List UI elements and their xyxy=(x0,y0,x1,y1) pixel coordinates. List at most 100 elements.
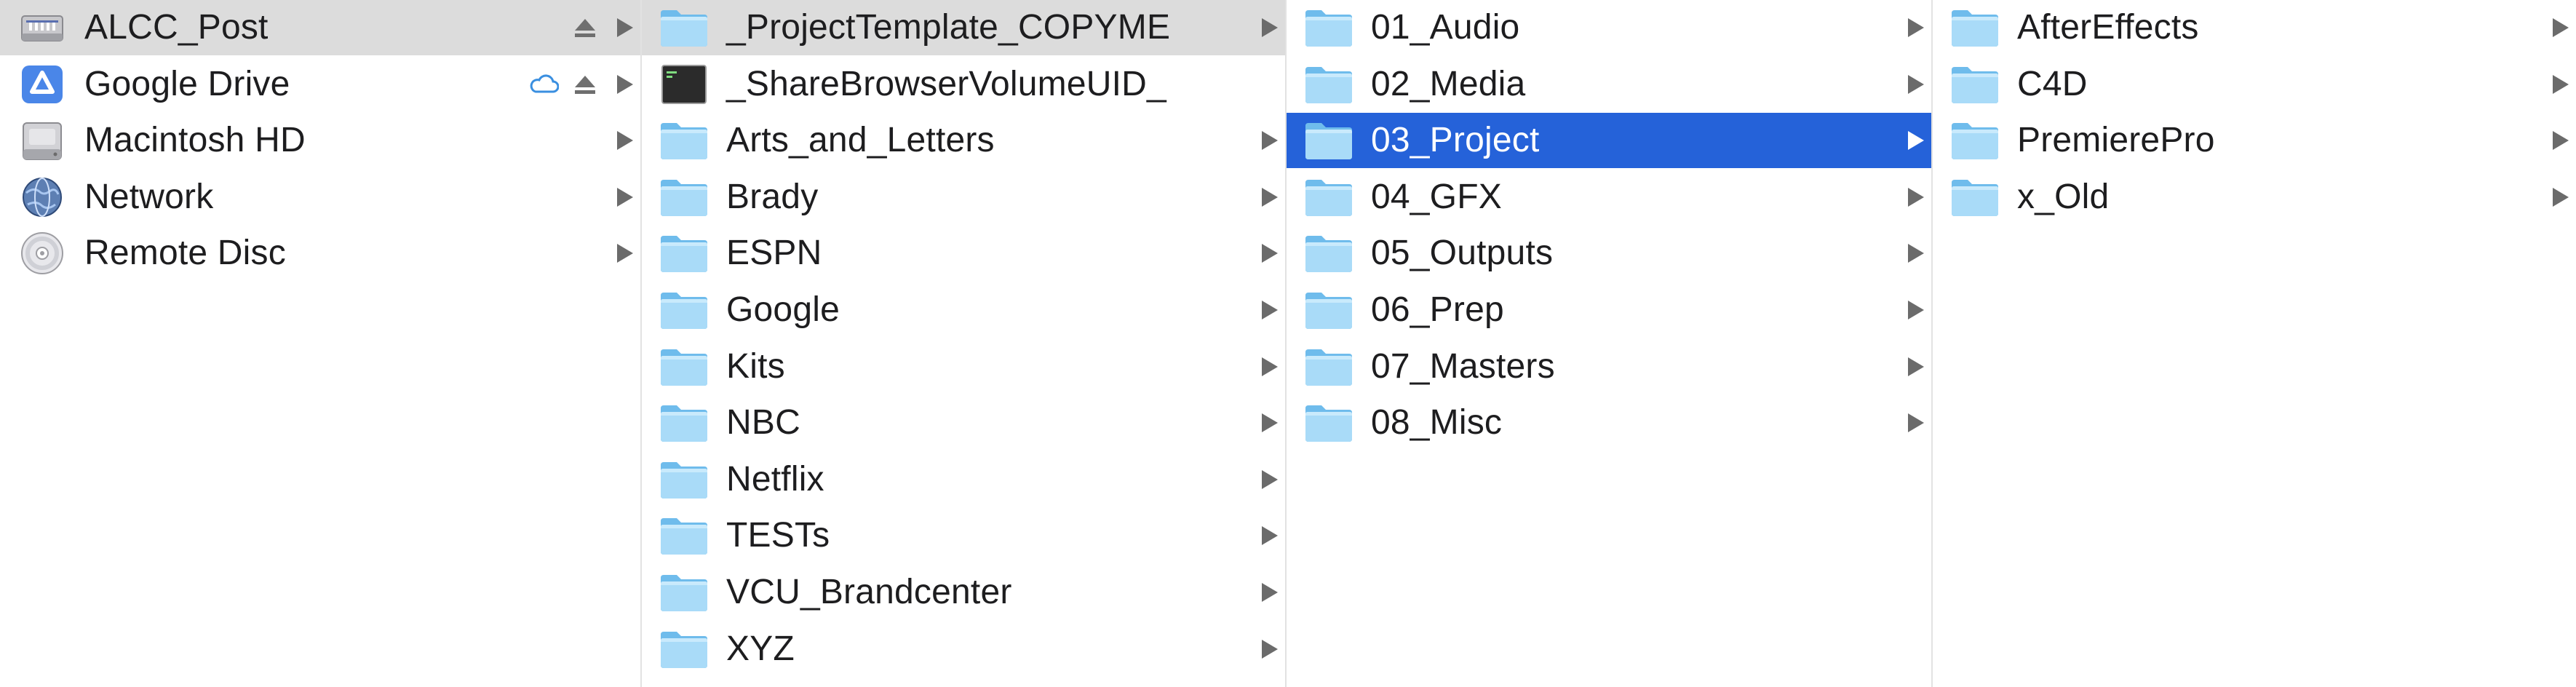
disclosure-arrow-icon[interactable] xyxy=(617,18,633,37)
disclosure-arrow-icon[interactable] xyxy=(1262,131,1278,151)
disclosure-arrow-icon[interactable] xyxy=(1262,244,1278,263)
disclosure-arrow-icon[interactable] xyxy=(1908,131,1924,151)
folder-icon xyxy=(1303,114,1355,167)
folder-item[interactable]: 08_Misc xyxy=(1287,395,1931,450)
folder-icon xyxy=(1303,284,1355,336)
folder-icon xyxy=(658,509,710,562)
disclosure-arrow-icon[interactable] xyxy=(1262,357,1278,376)
item-label: Remote Disc xyxy=(84,234,286,273)
folder-icon xyxy=(1303,58,1355,111)
item-label: Kits xyxy=(726,346,785,386)
folder-item[interactable]: 02_Media xyxy=(1287,57,1931,112)
folder-icon xyxy=(1949,58,2001,111)
disclosure-arrow-icon[interactable] xyxy=(1908,413,1924,433)
disc-icon xyxy=(16,227,68,279)
folder-item[interactable]: TESTs xyxy=(642,508,1285,563)
item-label: C4D xyxy=(2017,64,2088,103)
folder-icon xyxy=(658,566,710,619)
folder-item[interactable]: 04_GFX xyxy=(1287,170,1931,225)
column-locations[interactable]: ALCC_Post Google Drive Macintosh HD Netw… xyxy=(0,0,640,687)
disclosure-arrow-icon[interactable] xyxy=(1262,639,1278,659)
disclosure-arrow-icon[interactable] xyxy=(1908,357,1924,376)
location-item[interactable]: Remote Disc xyxy=(0,226,640,281)
item-label: Network xyxy=(84,177,214,216)
icloud-status-icon[interactable] xyxy=(528,71,560,98)
item-label: 06_Prep xyxy=(1371,290,1504,329)
item-label: _ShareBrowserVolumeUID_ xyxy=(726,64,1166,103)
folder-icon xyxy=(658,397,710,449)
folder-item[interactable]: _ProjectTemplate_COPYME xyxy=(642,0,1285,55)
item-label: x_Old xyxy=(2017,177,2110,216)
folder-item[interactable]: _ShareBrowserVolumeUID_ xyxy=(642,57,1285,112)
disclosure-arrow-icon[interactable] xyxy=(617,244,633,263)
disclosure-arrow-icon[interactable] xyxy=(1262,413,1278,433)
disclosure-arrow-icon[interactable] xyxy=(1908,18,1924,37)
folder-icon xyxy=(1303,397,1355,449)
folder-item[interactable]: Google xyxy=(642,282,1285,338)
folder-item[interactable]: 06_Prep xyxy=(1287,282,1931,338)
location-item[interactable]: Network xyxy=(0,170,640,225)
folder-icon xyxy=(1949,171,2001,223)
folder-item[interactable]: NBC xyxy=(642,395,1285,450)
eject-icon[interactable] xyxy=(572,15,598,41)
folder-item[interactable]: 01_Audio xyxy=(1287,0,1931,55)
disclosure-arrow-icon[interactable] xyxy=(1262,469,1278,489)
hard-drive-icon xyxy=(16,114,68,167)
item-label: Arts_and_Letters xyxy=(726,121,995,160)
finder-column-browser: ALCC_Post Google Drive Macintosh HD Netw… xyxy=(0,0,2576,687)
folder-item[interactable]: AfterEffects xyxy=(1933,0,2576,55)
disclosure-arrow-icon[interactable] xyxy=(617,187,633,207)
item-label: XYZ xyxy=(726,629,795,668)
folder-item[interactable]: Kits xyxy=(642,339,1285,394)
folder-item[interactable]: 03_Project xyxy=(1287,113,1931,169)
folder-item[interactable]: VCU_Brandcenter xyxy=(642,565,1285,620)
folder-item[interactable]: C4D xyxy=(1933,57,2576,112)
item-label: AfterEffects xyxy=(2017,8,2199,47)
folder-item[interactable]: x_Old xyxy=(1933,170,2576,225)
disclosure-arrow-icon[interactable] xyxy=(1908,301,1924,319)
eject-icon[interactable] xyxy=(572,71,598,98)
disclosure-arrow-icon[interactable] xyxy=(2553,187,2569,207)
folder-icon xyxy=(658,114,710,167)
folder-item[interactable]: PremierePro xyxy=(1933,113,2576,168)
column-alcc-post[interactable]: _ProjectTemplate_COPYME _ShareBrowserVol… xyxy=(642,0,1285,687)
item-label: ESPN xyxy=(726,234,822,273)
column-project-template[interactable]: 01_Audio 02_Media 03_Project 04_GFX 05_O… xyxy=(1287,0,1931,687)
folder-item[interactable]: ESPN xyxy=(642,226,1285,281)
folder-item[interactable]: XYZ xyxy=(642,622,1285,677)
folder-item[interactable]: 07_Masters xyxy=(1287,339,1931,394)
item-label: 05_Outputs xyxy=(1371,234,1554,273)
location-item[interactable]: ALCC_Post xyxy=(0,0,640,55)
disclosure-arrow-icon[interactable] xyxy=(1262,583,1278,602)
item-label: _ProjectTemplate_COPYME xyxy=(726,8,1171,47)
location-item[interactable]: Macintosh HD xyxy=(0,113,640,168)
disclosure-arrow-icon[interactable] xyxy=(1908,244,1924,263)
disclosure-arrow-icon[interactable] xyxy=(1908,187,1924,207)
folder-icon xyxy=(1949,1,2001,54)
disclosure-arrow-icon[interactable] xyxy=(1262,187,1278,207)
disclosure-arrow-icon[interactable] xyxy=(2553,131,2569,151)
disclosure-arrow-icon[interactable] xyxy=(1262,18,1278,37)
column-03-project[interactable]: AfterEffects C4D PremierePro x_Old xyxy=(1933,0,2576,687)
disclosure-arrow-icon[interactable] xyxy=(2553,18,2569,37)
folder-icon xyxy=(658,227,710,279)
folder-item[interactable]: Brady xyxy=(642,170,1285,225)
item-label: 02_Media xyxy=(1371,64,1526,103)
folder-item[interactable]: Netflix xyxy=(642,452,1285,507)
folder-icon xyxy=(1303,227,1355,279)
disclosure-arrow-icon[interactable] xyxy=(2553,74,2569,94)
disclosure-arrow-icon[interactable] xyxy=(1262,301,1278,319)
item-label: 07_Masters xyxy=(1371,346,1555,386)
folder-icon xyxy=(658,341,710,393)
location-item[interactable]: Google Drive xyxy=(0,57,640,112)
folder-icon xyxy=(658,284,710,336)
disclosure-arrow-icon[interactable] xyxy=(617,74,633,94)
network-globe-icon xyxy=(16,171,68,223)
folder-icon xyxy=(658,171,710,223)
folder-item[interactable]: 05_Outputs xyxy=(1287,226,1931,281)
item-label: Google Drive xyxy=(84,64,290,103)
folder-item[interactable]: Arts_and_Letters xyxy=(642,113,1285,168)
disclosure-arrow-icon[interactable] xyxy=(1262,526,1278,546)
disclosure-arrow-icon[interactable] xyxy=(1908,74,1924,94)
disclosure-arrow-icon[interactable] xyxy=(617,131,633,151)
